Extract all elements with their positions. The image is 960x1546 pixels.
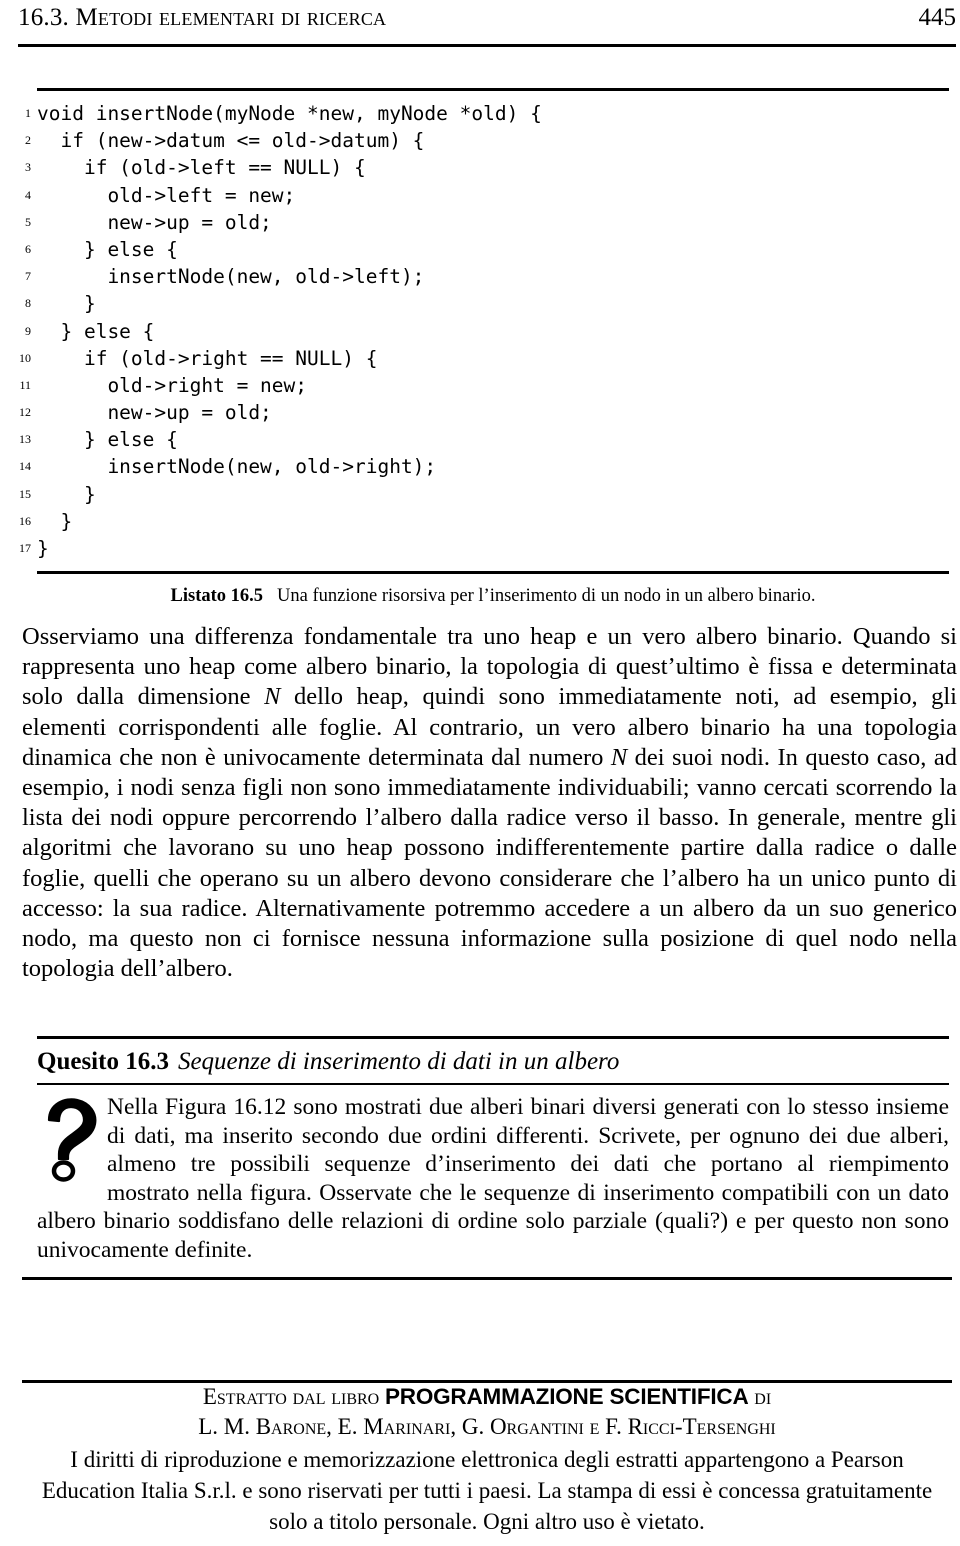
code-line-text: old->left = new; xyxy=(37,183,296,207)
code-line-number: 2 xyxy=(25,133,31,148)
code-line-text: old->right = new; xyxy=(37,373,308,397)
code-line: 4 old->left = new; xyxy=(25,182,949,209)
code-line-number: 17 xyxy=(19,541,31,555)
code-line-number: 8 xyxy=(25,296,31,311)
code-line: 3 if (old->left == NULL) { xyxy=(25,154,949,181)
code-line: 16 } xyxy=(19,508,949,535)
code-line-number: 15 xyxy=(19,486,31,501)
code-line-number: 12 xyxy=(19,405,31,420)
running-head: 16.3. Metodi elementari di ricerca 445 xyxy=(18,4,956,32)
code-line: 15 } xyxy=(19,481,949,508)
code-line-number: 3 xyxy=(25,160,31,175)
code-line-text: } else { xyxy=(37,237,178,261)
document-page: 16.3. Metodi elementari di ricerca 445 1… xyxy=(0,0,960,1546)
quesito-block: Quesito 16.3 Sequenze di inserimento di d… xyxy=(37,1036,949,1264)
code-line-number: 5 xyxy=(25,214,31,229)
code-line-number: 10 xyxy=(19,350,31,365)
code-line: 13 } else { xyxy=(19,426,949,453)
code-line-text: if (old->right == NULL) { xyxy=(37,346,378,370)
code-line-number: 1 xyxy=(25,106,31,120)
code-line: 8 } xyxy=(25,290,949,317)
code-line-text: insertNode(new, old->right); xyxy=(37,455,437,479)
code-line: 7 insertNode(new, old->left); xyxy=(25,263,949,290)
code-line: 10 if (old->right == NULL) { xyxy=(19,345,949,372)
code-line-text: void insertNode(myNode *new, myNode *old… xyxy=(37,102,542,125)
running-head-rule xyxy=(18,44,956,47)
code-line-text: } else { xyxy=(37,319,155,343)
quesito-title: Sequenze di inserimento di dati in un al… xyxy=(177,1048,620,1075)
code-line: 9 } else { xyxy=(25,318,949,345)
code-line-number: 7 xyxy=(25,269,31,284)
code-line-text: new->up = old; xyxy=(37,210,272,234)
code-line-number: 11 xyxy=(19,377,31,392)
question-mark-icon xyxy=(37,1095,101,1183)
listing-code: 1 void insertNode(myNode *new, myNode *ol… xyxy=(19,91,949,562)
math-variable-n-1: N xyxy=(264,683,281,711)
code-line: 17} xyxy=(19,535,949,562)
footer-authors: L. M. Barone, E. Marinari, G. Organtini … xyxy=(198,1414,776,1439)
code-line-number: 13 xyxy=(19,432,31,447)
footer-legal-notice: I diritti di riproduzione e memorizzazio… xyxy=(41,1447,933,1534)
code-line-text: } xyxy=(37,292,96,316)
quesito-heading: Quesito 16.3 Sequenze di inserimento di d… xyxy=(37,1039,949,1083)
code-line: 1 void insertNode(myNode *new, myNode *ol… xyxy=(25,100,949,127)
footer-attribution-line: Estratto dal libro PROGRAMMAZIONE SCIENT… xyxy=(22,1382,952,1412)
quesito-label: Quesito 16.3 xyxy=(37,1048,169,1075)
code-line-number: 16 xyxy=(19,513,31,528)
quesito-bottom-rule xyxy=(22,1277,952,1280)
code-line-number: 9 xyxy=(25,323,31,338)
code-line-text: insertNode(new, old->left); xyxy=(37,265,425,289)
code-line-text: if (old->left == NULL) { xyxy=(37,156,366,180)
body-paragraph: Osserviamo una differenza fondamentale t… xyxy=(22,622,957,984)
running-head-title: 16.3. Metodi elementari di ricerca xyxy=(18,4,387,31)
code-line-number: 14 xyxy=(19,459,31,474)
code-line: 12 new->up = old; xyxy=(19,399,949,426)
code-line-number: 4 xyxy=(25,187,31,202)
math-variable-n-2: N xyxy=(610,743,628,771)
code-line-text: if (new->datum <= old->datum) { xyxy=(37,129,425,153)
quesito-text-container: Nella Figura 16.12 sono mostrati due alb… xyxy=(37,1085,949,1264)
code-line: 5 new->up = old; xyxy=(25,209,949,236)
page-footer: Estratto dal libro PROGRAMMAZIONE SCIENT… xyxy=(22,1380,952,1537)
footer-rule xyxy=(22,1380,952,1383)
listing-caption-text: Una funzione risorsiva per l’inserimento… xyxy=(277,586,816,606)
code-line-number: 6 xyxy=(25,241,31,256)
listing-caption-label: Listato 16.5 xyxy=(170,586,264,606)
footer-di-label: di xyxy=(748,1384,772,1409)
listing-caption: Listato 16.5 Una funzione risorsiva per l… xyxy=(37,584,949,608)
code-line: 14 insertNode(new, old->right); xyxy=(19,453,949,480)
code-line-text: } xyxy=(37,537,49,560)
code-line: 11 old->right = new; xyxy=(19,372,949,399)
quesito-text: Nella Figura 16.12 sono mostrati due alb… xyxy=(37,1094,949,1263)
code-line-text: } xyxy=(37,509,73,533)
code-line-text: } xyxy=(37,482,96,506)
code-line-text: new->up = old; xyxy=(37,401,272,425)
body-text-part-3: dei suoi nodi. In questo caso, ad esempi… xyxy=(22,743,957,983)
page-number: 445 xyxy=(918,4,957,31)
code-line: 2 if (new->datum <= old->datum) { xyxy=(25,127,949,154)
footer-extract-label: Estratto dal libro xyxy=(202,1384,385,1409)
code-line: 6 } else { xyxy=(25,236,949,263)
footer-book-title: PROGRAMMAZIONE SCIENTIFICA xyxy=(384,1384,749,1409)
listing-bottom-rule xyxy=(37,571,949,575)
code-listing: 1 void insertNode(myNode *new, myNode *ol… xyxy=(19,88,949,575)
code-line-text: } else { xyxy=(37,428,178,452)
